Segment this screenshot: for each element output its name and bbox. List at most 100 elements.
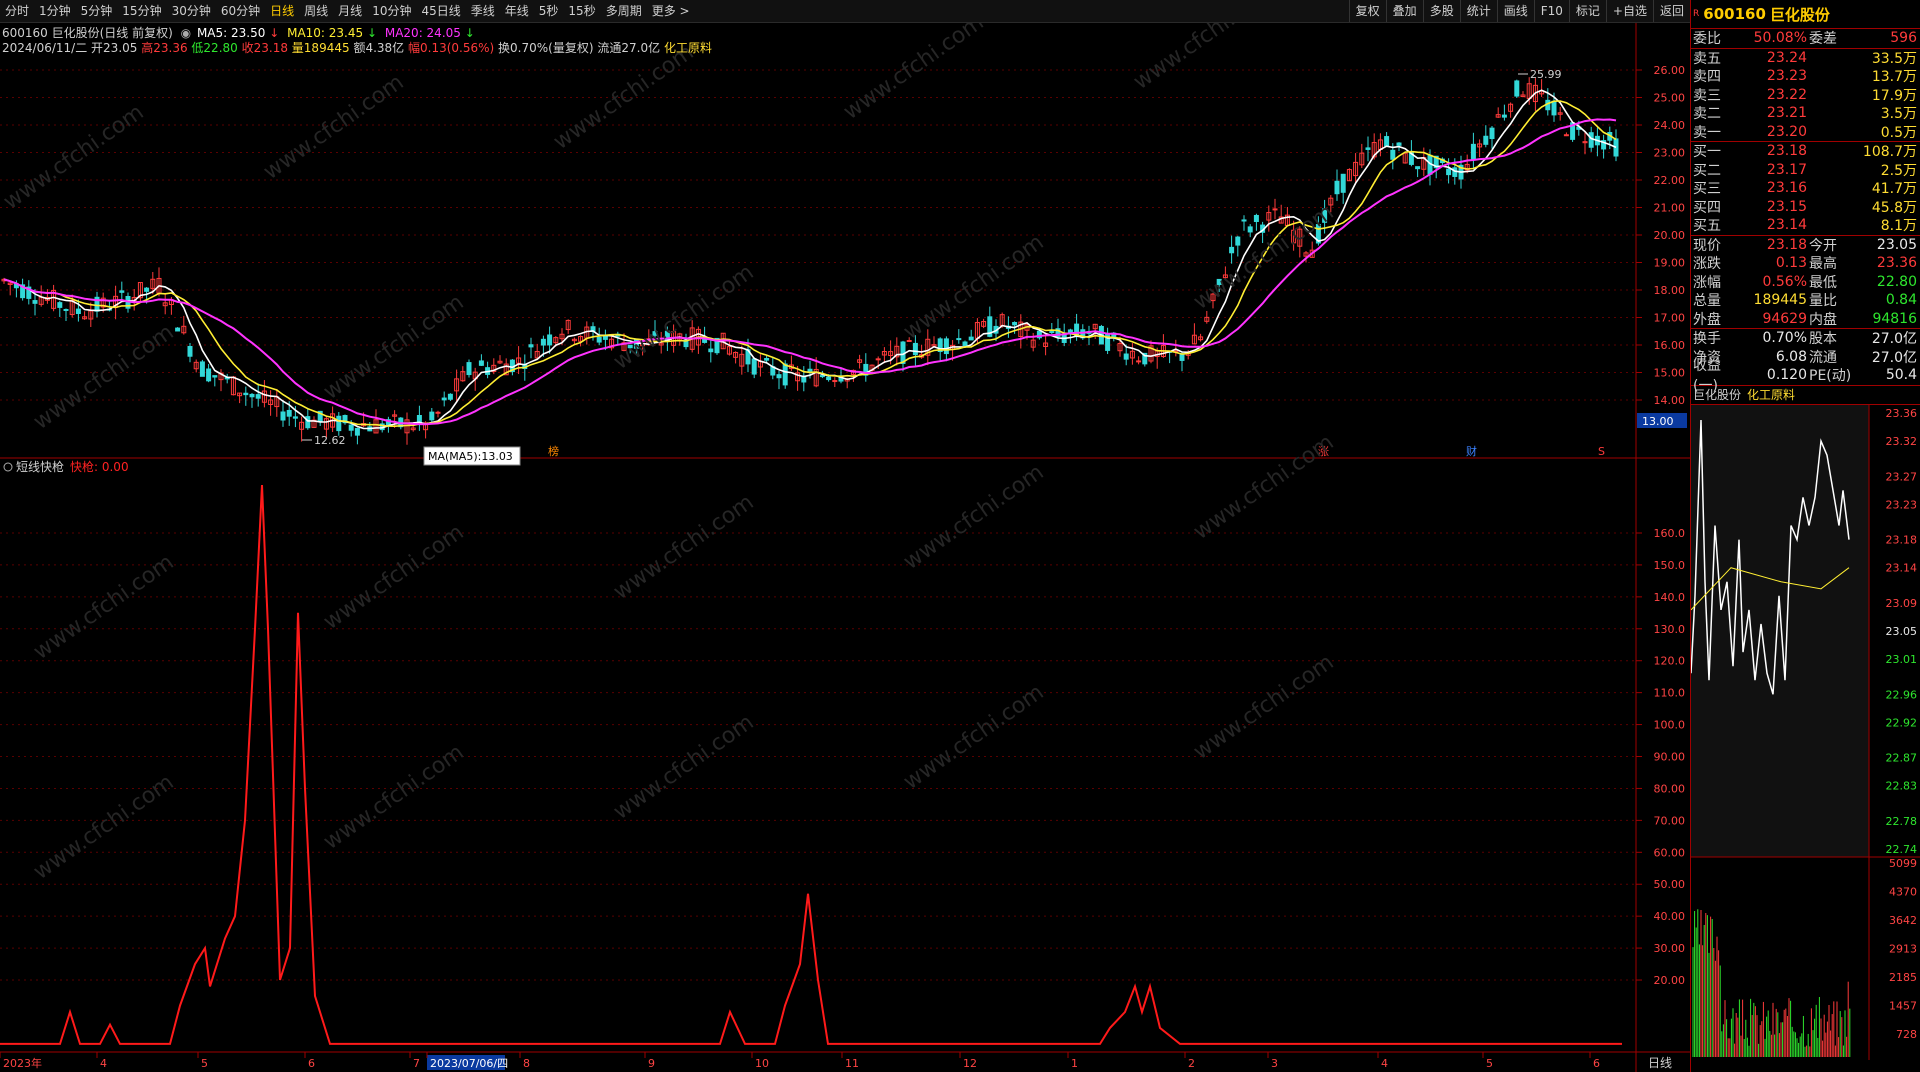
watermark-text: www.cfchi.com [29,320,178,435]
stat-value: 50.4 [1885,367,1917,384]
indicator-title: 短线快枪 [16,459,64,474]
mini-axis-label: 23.18 [1886,533,1918,546]
quote-row[interactable]: 卖四 23.23 13.7万 [1691,67,1920,86]
candle-body [1272,208,1278,211]
price-axis-label: 26.00 [1654,64,1686,77]
candle-body [1452,167,1458,177]
row-price: 23.20 [1766,123,1807,140]
candle-body [1415,166,1421,170]
quote-row[interactable]: 卖三 23.22 17.9万 [1691,86,1920,105]
toolbar-button[interactable]: 统计 [1459,0,1497,22]
candle-body [832,380,838,383]
xaxis-label: 4 [1381,1057,1388,1070]
candle-body [1049,331,1055,334]
candle-body [1241,219,1247,222]
event-marker: 财 [1466,444,1477,458]
period-tab[interactable]: 分时 [0,0,34,22]
mini-sector: 化工原料 [1747,388,1796,402]
ohlc-info-line: 2024/06/11/二 开23.05 高23.36 低22.80 收23.18… [2,39,712,56]
period-tab[interactable]: 多周期 [601,0,647,22]
candle-body [807,368,813,372]
stat-value: 23.36 [1876,255,1917,272]
period-tab[interactable]: 5秒 [534,0,564,22]
quote-row[interactable]: 卖一 23.20 0.5万 [1691,123,1920,142]
toolbar-button[interactable]: 叠加 [1385,0,1423,22]
period-tab[interactable]: 季线 [466,0,500,22]
row-price: 23.24 [1766,49,1807,66]
toolbar-button[interactable]: 画线 [1496,0,1534,22]
low-value: 低22.80 [191,41,238,55]
quote-row[interactable]: 买三 23.16 41.7万 [1691,179,1920,198]
sector-value[interactable]: 化工原料 [664,41,712,55]
period-tab[interactable]: 5分钟 [76,0,118,22]
period-tab[interactable]: 更多 > [647,0,695,22]
period-tab[interactable]: 年线 [500,0,534,22]
quote-header: R 600160 巨化股份 [1691,0,1920,29]
quote-row[interactable]: 买一 23.18 108.7万 [1691,142,1920,161]
toolbar-button[interactable]: 标记 [1568,0,1606,22]
period-tab[interactable]: 60分钟 [216,0,265,22]
quote-name: 巨化股份 [1769,5,1830,24]
xaxis-label: 8 [523,1057,530,1070]
candle-body [1229,246,1235,254]
candle-body [826,376,832,381]
watermark-text: www.cfchi.com [1189,200,1338,315]
xaxis-label: 1 [1071,1057,1078,1070]
low-price-label: 12.62 [314,434,346,447]
indicator-axis-label: 100.0 [1654,719,1686,732]
indicator-axis-label: 60.00 [1654,846,1686,859]
candle-body [596,336,602,343]
period-tab[interactable]: 15秒 [563,0,600,22]
candle-body [1123,353,1129,360]
price-axis-label: 23.00 [1654,147,1686,160]
settings-icon[interactable]: ◉ [181,26,191,40]
period-tab[interactable]: 10分钟 [367,0,416,22]
row-price: 23.22 [1766,86,1807,103]
quote-row[interactable]: 卖二 23.21 3.5万 [1691,104,1920,123]
indicator-settings-icon [3,462,13,472]
candle-body [540,338,546,346]
candle-body [255,394,261,399]
stats2-row: 换手 0.70% 股本 27.0亿 [1691,329,1920,348]
period-tab[interactable]: 30分钟 [167,0,216,22]
mini-vol-axis-label: 5099 [1889,857,1917,870]
row-volume: 2.5万 [1880,162,1917,179]
indicator-axis-label: 150.0 [1654,559,1686,572]
quote-row[interactable]: 买五 23.14 8.1万 [1691,216,1920,235]
chart-canvas[interactable]: 26.00 25.00 24.00 23.00 22.00 21.00 20.00 19.00… [0,0,1690,1072]
watermark-text: www.cfchi.com [899,680,1048,795]
candle-body [1340,173,1346,193]
period-tab[interactable]: 周线 [299,0,333,22]
watermark-text: www.cfchi.com [0,100,149,215]
candle-body [708,348,714,353]
toolbar-button[interactable]: +自选 [1605,0,1653,22]
row-volume: 33.5万 [1871,50,1917,67]
period-tab[interactable]: 日线 [265,0,299,22]
period-tab[interactable]: 1分钟 [34,0,76,22]
bid-list: 买一 23.18 108.7万 买二 23.17 2.5万 买三 23.16 41.7万 买四 23… [1691,142,1920,236]
quote-row[interactable]: 卖五 23.24 33.5万 [1691,49,1920,68]
toolbar-button[interactable]: 多股 [1422,0,1460,22]
period-tab[interactable]: 15分钟 [117,0,166,22]
period-tab[interactable]: 45日线 [416,0,465,22]
price-axis-label: 16.00 [1654,339,1686,352]
stat-label: 换手 [1693,331,1721,348]
mini-axis-label: 22.87 [1886,751,1918,764]
toolbar-button[interactable]: 返回 [1652,0,1690,22]
intraday-mini-chart[interactable]: 23.36 23.32 23.27 23.23 23.18 23.14 23.09 23.05… [1690,404,1920,1060]
row-volume: 45.8万 [1871,199,1917,216]
toolbar-button[interactable]: F10 [1533,0,1569,22]
candle-body [962,341,968,347]
indicator-axis-label: 40.00 [1654,910,1686,923]
candles-group [1,77,1619,445]
quote-row[interactable]: 买四 23.15 45.8万 [1691,198,1920,217]
event-marker: S [1598,445,1605,458]
stat-value: 0.56% [1762,273,1807,290]
toolbar-button[interactable]: 复权 [1348,0,1386,22]
quote-row[interactable]: 买二 23.17 2.5万 [1691,161,1920,180]
candle-body [547,334,553,346]
xaxis-label: 11 [845,1057,859,1070]
stat-value: 94629 [1762,310,1807,327]
toolbar-right-group: 复权 叠加 多股 统计 画线 F10 标记 +自选 返回 [1348,0,1690,22]
period-tab[interactable]: 月线 [333,0,367,22]
